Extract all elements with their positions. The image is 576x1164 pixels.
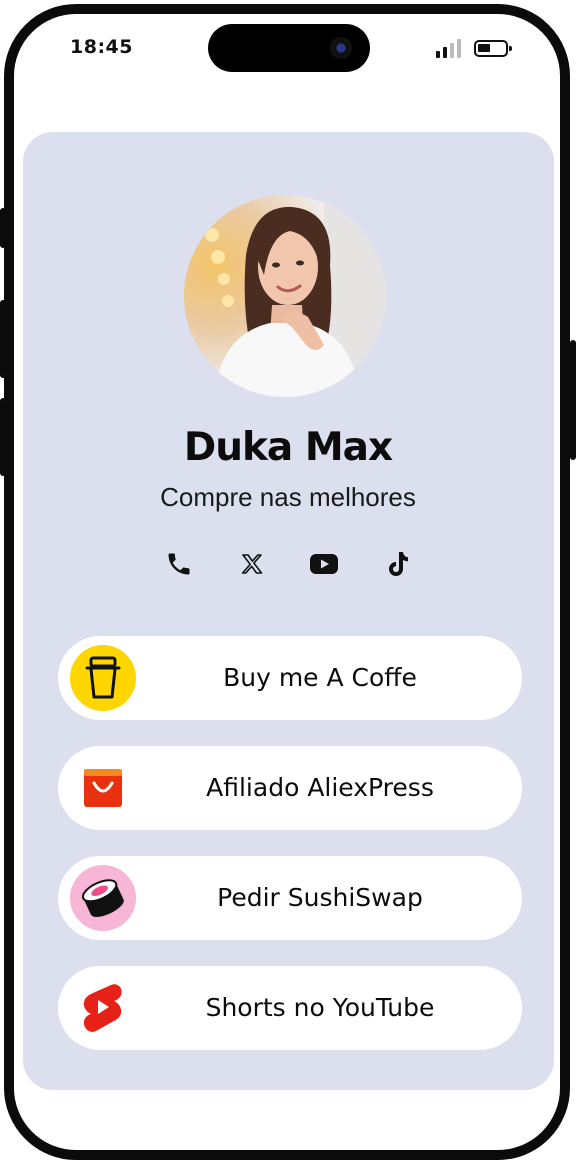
camera-icon — [330, 37, 352, 59]
x-twitter-icon[interactable] — [236, 548, 268, 580]
link-label: Shorts no YouTube — [205, 993, 435, 1022]
profile-subtitle: Compre nas melhores — [160, 482, 416, 512]
link-button-sushiswap[interactable]: Pedir SushiSwap — [58, 856, 522, 940]
youtube-icon[interactable] — [308, 548, 340, 580]
phone-icon[interactable] — [163, 548, 195, 580]
battery-icon — [474, 40, 512, 57]
link-label: Pedir SushiSwap — [217, 883, 423, 912]
side-button-left-2 — [0, 300, 6, 378]
profile-name: Duka Max — [183, 425, 393, 470]
link-button-coffee[interactable]: Buy me A Coffe — [58, 636, 522, 720]
link-button-youtube-shorts[interactable]: Shorts no YouTube — [58, 966, 522, 1050]
link-label: Buy me A Coffe — [223, 663, 417, 692]
tiktok-icon[interactable] — [382, 548, 414, 580]
link-label: Afiliado AliexPress — [206, 773, 434, 802]
side-button-left-1 — [0, 208, 6, 248]
status-time: 18:45 — [70, 36, 133, 58]
link-button-aliexpress[interactable]: Afiliado AliexPress — [58, 746, 522, 830]
dynamic-island — [208, 24, 370, 72]
signal-icon — [436, 38, 464, 58]
avatar — [184, 195, 386, 397]
